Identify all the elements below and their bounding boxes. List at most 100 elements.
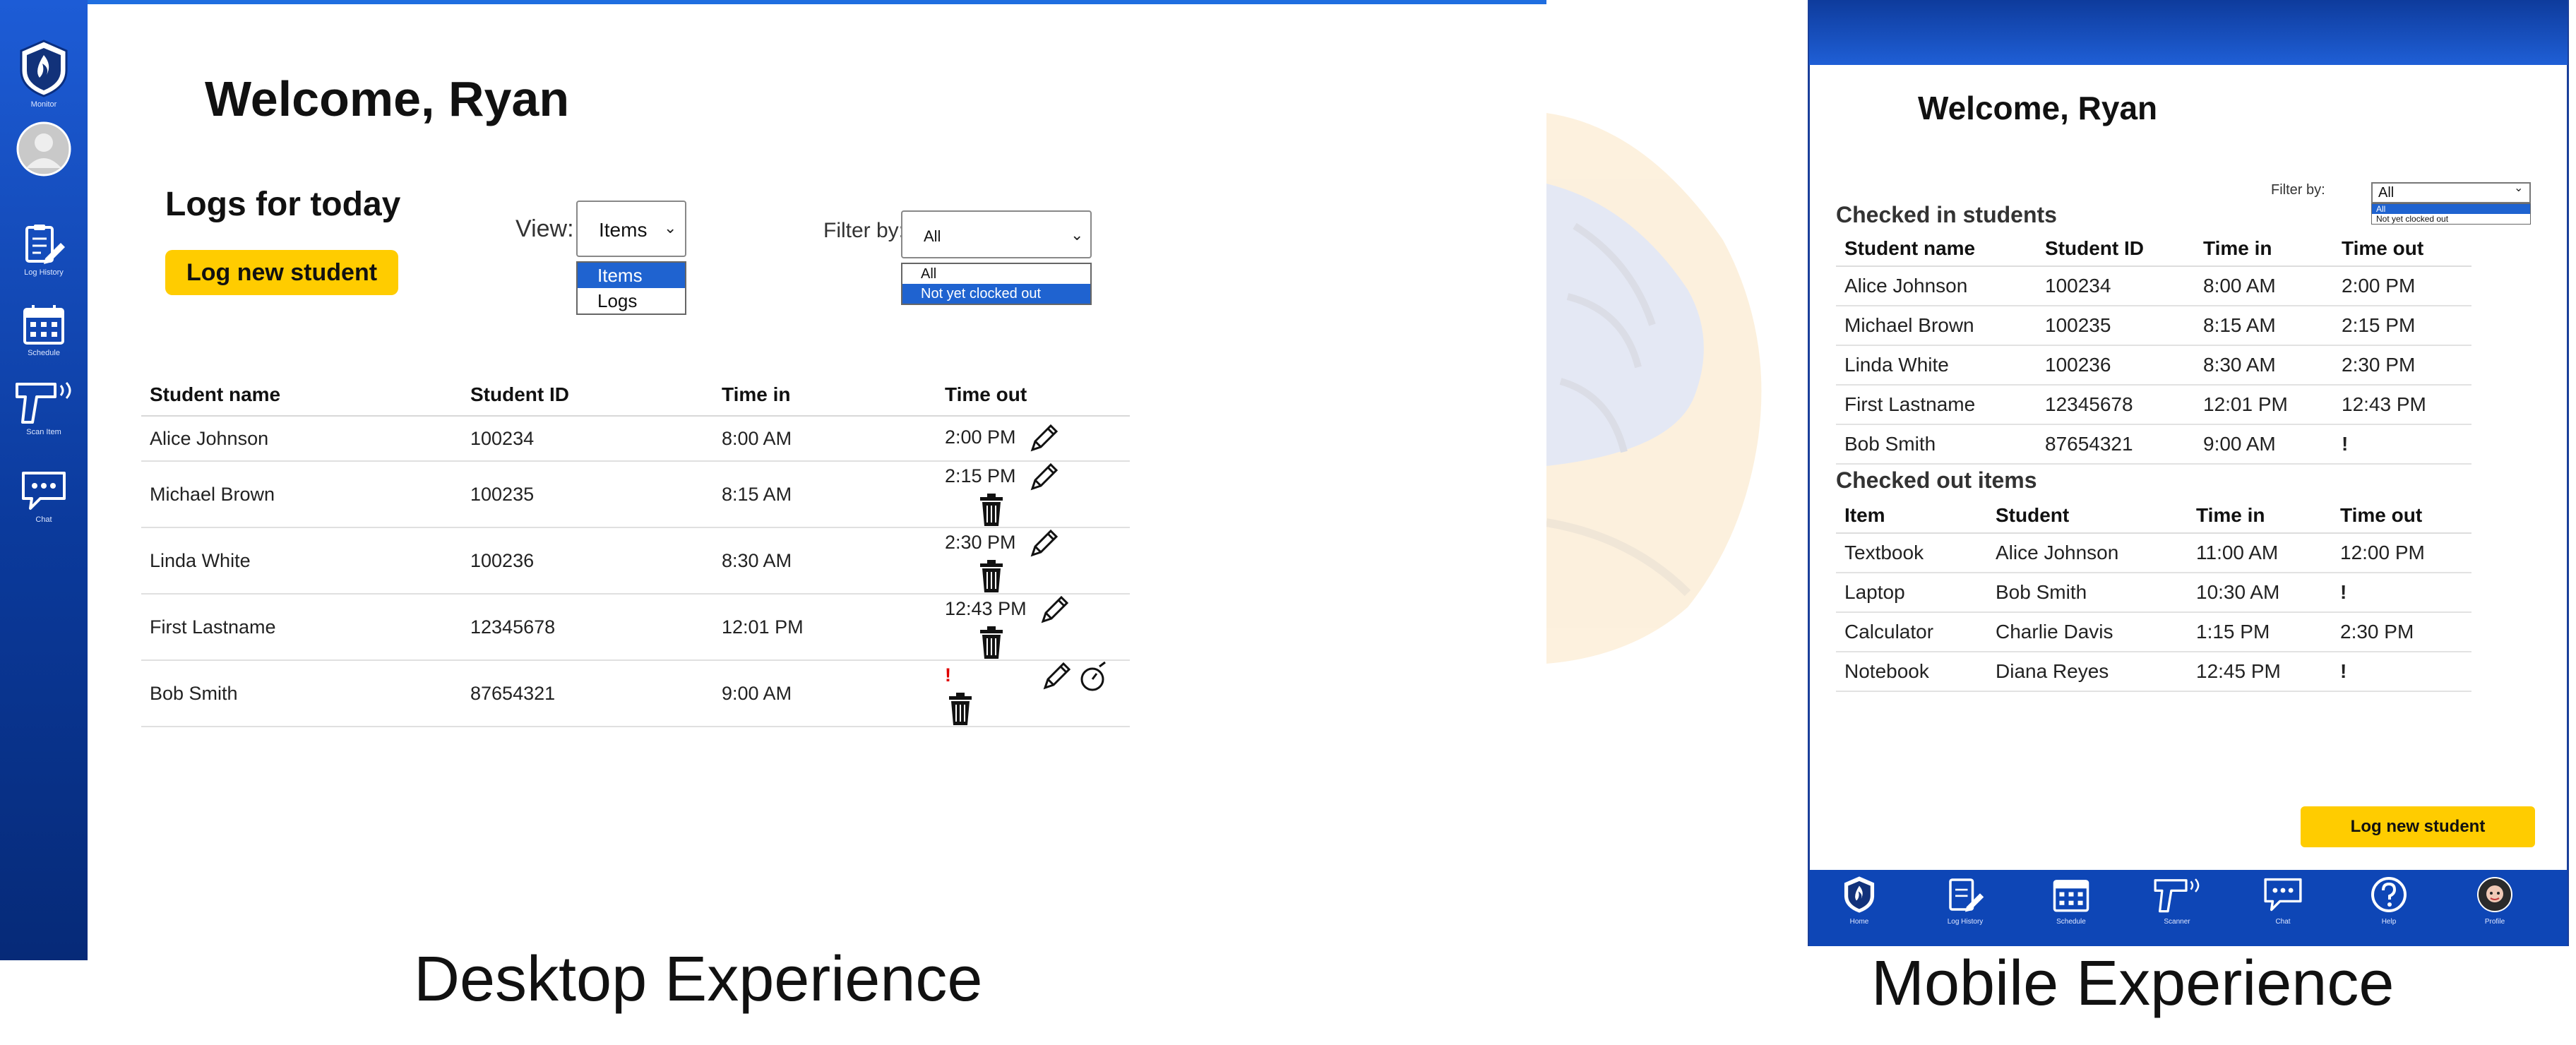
time-in: 8:15 AM — [713, 461, 936, 528]
not-returned-alert: ! — [2332, 652, 2471, 692]
calendar-icon — [23, 305, 64, 345]
time-in: 1:15 PM — [2188, 612, 2332, 652]
table-row[interactable]: Notebook Diana Reyes 12:45 PM ! — [1836, 652, 2471, 692]
trash-icon[interactable] — [948, 692, 973, 726]
time-out-cell: 2:00 PM — [936, 416, 1130, 462]
time-in: 8:30 AM — [2195, 345, 2333, 386]
mobile-bottom-nav: Home Log History Schedule Scanner Chat H… — [1809, 870, 2568, 946]
pencil-icon[interactable] — [1028, 423, 1059, 454]
student-name: First Lastname — [141, 594, 462, 661]
nav-item-log-history[interactable]: Log History — [1926, 876, 2004, 926]
filter-label: Filter by: — [823, 219, 905, 242]
filter-select[interactable]: All ⌄ — [901, 210, 1092, 258]
pencil-icon[interactable] — [1028, 462, 1059, 493]
time-in: 12:01 PM — [2195, 385, 2333, 425]
sidebar-item-schedule[interactable]: Schedule — [0, 304, 88, 357]
column-header: Student ID — [462, 374, 713, 417]
nav-item-profile[interactable]: Profile — [2456, 876, 2534, 926]
nav-label: Schedule — [2056, 918, 2086, 926]
table-row: Bob Smith 87654321 9:00 AM ! — [141, 660, 1130, 727]
table-row: Linda White 100236 8:30 AM 2:30 PM — [141, 527, 1130, 595]
student-name: Linda White — [141, 527, 462, 595]
mobile-log-new-student-button[interactable]: Log new student — [2301, 806, 2535, 847]
view-option-items[interactable]: Items — [578, 263, 685, 288]
checked-in-table: Student name Student ID Time in Time out… — [1836, 232, 2471, 465]
table-row[interactable]: First Lastname 12345678 12:01 PM 12:43 P… — [1836, 385, 2471, 425]
student-name: Bob Smith — [1836, 424, 2037, 465]
not-clocked-out-alert: ! — [2333, 424, 2471, 465]
time-out-cell: 2:30 PM — [936, 527, 1130, 595]
pencil-icon[interactable] — [1039, 595, 1070, 626]
nav-item-schedule[interactable]: Schedule — [2032, 876, 2110, 926]
checked-out-table: Item Student Time in Time out Textbook A… — [1836, 498, 2471, 692]
time-out-cell: 2:15 PM — [936, 461, 1130, 528]
sidebar-item-label: Scan Item — [26, 428, 61, 436]
time-in: 12:01 PM — [713, 594, 936, 661]
table-row[interactable]: Alice Johnson 100234 8:00 AM 2:00 PM — [1836, 266, 2471, 306]
nav-label: Profile — [2484, 918, 2505, 926]
help-icon — [2371, 877, 2407, 912]
student-id: 100235 — [462, 461, 713, 528]
view-option-logs[interactable]: Logs — [578, 288, 685, 314]
table-row[interactable]: Bob Smith 87654321 9:00 AM ! — [1836, 424, 2471, 465]
column-header: Time in — [713, 374, 936, 417]
calendar-icon — [2053, 880, 2089, 912]
nav-label: Help — [2381, 918, 2397, 926]
student-id: 87654321 — [462, 660, 713, 727]
sidebar-item-label: Schedule — [28, 349, 60, 357]
filter-option-all[interactable]: All — [902, 264, 1090, 284]
pencil-icon[interactable] — [1041, 661, 1072, 692]
checked-in-heading: Checked in students — [1836, 202, 2057, 227]
table-row[interactable]: Michael Brown 100235 8:15 AM 2:15 PM — [1836, 306, 2471, 346]
filter-option-not-clocked-out[interactable]: Not yet clocked out — [902, 284, 1090, 304]
nav-item-scanner[interactable]: Scanner — [2138, 876, 2216, 926]
mobile-filter-select[interactable]: All ⌄ — [2371, 182, 2531, 203]
mobile-filter-option-not-clocked-out[interactable]: Not yet clocked out — [2372, 214, 2530, 224]
mobile-filter-dropdown-list: All Not yet clocked out — [2371, 203, 2531, 225]
chevron-down-icon: ⌄ — [1071, 226, 1084, 244]
time-out: 2:15 PM — [945, 465, 1016, 487]
time-in: 8:15 AM — [2195, 306, 2333, 346]
sidebar-item-log-history[interactable]: Log History — [0, 223, 88, 277]
nav-item-chat[interactable]: Chat — [2244, 876, 2322, 926]
stopwatch-icon[interactable] — [1080, 661, 1108, 692]
student-log-table: Student name Student ID Time in Time out… — [141, 374, 1130, 727]
student-id: 100235 — [2037, 306, 2195, 346]
log-new-student-button[interactable]: Log new student — [165, 250, 398, 295]
table-header-row: Student name Student ID Time in Time out — [1836, 232, 2471, 267]
student-name: Linda White — [1836, 345, 2037, 386]
trash-icon[interactable] — [979, 559, 1004, 593]
trash-icon[interactable] — [979, 626, 1004, 659]
tiger-watermark-icon — [1546, 113, 1762, 664]
chat-bubble-icon — [22, 472, 66, 510]
mobile-filter-option-all[interactable]: All — [2372, 204, 2530, 214]
table-row[interactable]: Laptop Bob Smith 10:30 AM ! — [1836, 573, 2471, 613]
table-row[interactable]: Linda White 100236 8:30 AM 2:30 PM — [1836, 345, 2471, 386]
time-in: 8:00 AM — [713, 416, 936, 462]
trash-icon[interactable] — [979, 493, 1004, 527]
pencil-icon[interactable] — [1028, 528, 1059, 559]
sidebar-item-chat[interactable]: Chat — [0, 469, 88, 524]
table-row: Alice Johnson 100234 8:00 AM 2:00 PM — [141, 416, 1130, 462]
time-in: 9:00 AM — [713, 660, 936, 727]
time-in: 11:00 AM — [2188, 533, 2332, 573]
sidebar-item-scan-item[interactable]: Scan Item — [0, 378, 88, 436]
sidebar-item-monitor[interactable]: Monitor — [0, 40, 88, 109]
sidebar-avatar[interactable] — [0, 121, 88, 177]
table-row[interactable]: Calculator Charlie Davis 1:15 PM 2:30 PM — [1836, 612, 2471, 652]
student-id: 12345678 — [2037, 385, 2195, 425]
student-name: Michael Brown — [1836, 306, 2037, 346]
item-name: Laptop — [1836, 573, 1987, 613]
time-out-cell: 12:43 PM — [936, 594, 1130, 661]
nav-item-help[interactable]: Help — [2350, 876, 2428, 926]
table-row: First Lastname 12345678 12:01 PM 12:43 P… — [141, 594, 1130, 661]
filter-select-value: All — [924, 227, 941, 245]
time-in: 8:00 AM — [2195, 266, 2333, 306]
mobile-page-title: Welcome, Ryan — [1918, 90, 2158, 126]
table-row[interactable]: Textbook Alice Johnson 11:00 AM 12:00 PM — [1836, 533, 2471, 573]
column-header: Student name — [1836, 232, 2037, 267]
view-select-value: Items — [599, 219, 648, 241]
nav-item-home[interactable]: Home — [1820, 876, 1898, 926]
view-select[interactable]: Items ⌄ — [576, 201, 686, 257]
time-out: 12:43 PM — [945, 598, 1027, 620]
